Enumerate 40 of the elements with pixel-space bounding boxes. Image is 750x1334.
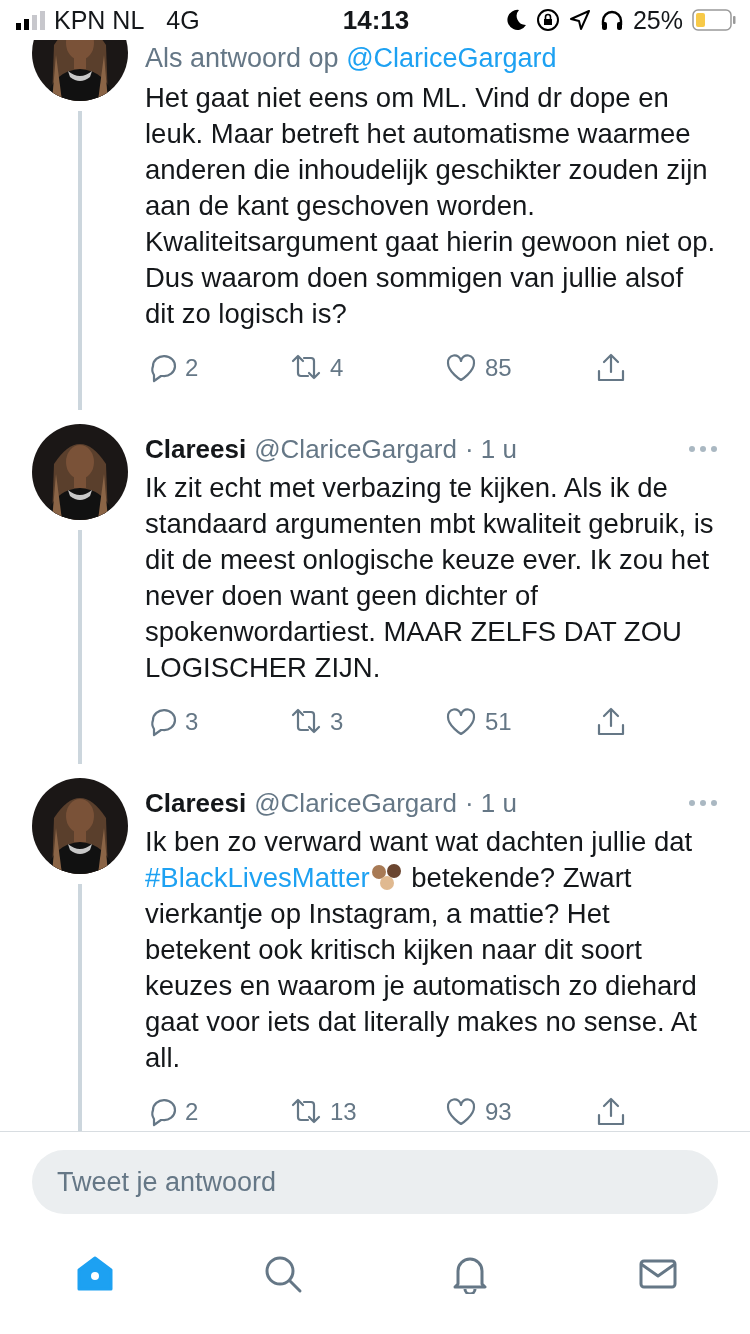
clock: 14:13 — [342, 4, 410, 36]
headphones-icon — [599, 9, 624, 31]
user-handle: @ClariceGargard — [254, 433, 457, 466]
reply-count: 3 — [185, 708, 199, 736]
reply-count: 2 — [185, 1098, 199, 1126]
share-icon[interactable] — [595, 706, 627, 738]
network-type: 4G — [166, 5, 200, 35]
tweet-text: Ik ben zo verward want wat dachten jullie dat #BlackLivesMatter betekende? Zwart vierkantje op Instagram, a mattie? Het betekent ook kritisch kijken naar dit soort keuzes en waarom je automatisch zo diehard gaat voor iets dat literally makes no sense. At all. — [145, 825, 698, 1075]
battery-icon — [692, 9, 736, 31]
retweet-count: 13 — [330, 1098, 357, 1126]
heart-icon[interactable] — [445, 352, 477, 384]
user-handle: @ClariceGargard — [254, 787, 457, 820]
heart-icon[interactable] — [445, 706, 477, 738]
tweet-text: Ik zit echt met verbazing te kijken. Als ik de standaard argumenten mbt kwaliteit gebruik, is dit de meest onlogische keuze ever. Ik zou het never doen want geen dichter of spokenwordartiest. MAAR ZELFS DAT ZOU LOGISCHER ZIJN. — [145, 471, 715, 685]
signal-icon — [16, 10, 46, 30]
tweet-text: Het gaat niet eens om ML. Vind dr dope en leuk. Maar betreft het automatisme waarmee anderen die inhoudelijk geschikter zouden zijn aan de kant geschoven worden. Kwaliteitsargument gaat hierin gewoon niet op. Dus waarom doen sommigen van jullie alsof dit zo logisch is? — [145, 81, 717, 331]
like-count: 93 — [485, 1098, 512, 1126]
location-icon — [568, 9, 591, 31]
raised-fists-icon — [369, 864, 404, 890]
tweet-time: · 1 u — [464, 787, 517, 820]
hashtag-link[interactable]: #BlackLivesMatter — [145, 862, 370, 893]
share-icon[interactable] — [595, 1096, 627, 1128]
carrier-name: KPN NL — [54, 5, 145, 35]
share-icon[interactable] — [595, 352, 627, 384]
rotation-lock-icon — [535, 8, 560, 32]
heart-icon[interactable] — [445, 1096, 477, 1128]
retweet-count: 3 — [330, 708, 344, 736]
display-name: Clareesi — [145, 433, 247, 466]
reply-field[interactable]: Tweet je antwoord — [32, 1150, 718, 1214]
retweet-count: 4 — [330, 354, 344, 382]
tweet-time: · 1 u — [464, 433, 517, 466]
moon-icon — [506, 9, 527, 31]
like-count: 51 — [485, 708, 512, 736]
reply-count: 2 — [185, 354, 199, 382]
battery-percentage: 25% — [632, 5, 683, 35]
display-name: Clareesi — [145, 787, 247, 820]
like-count: 85 — [485, 354, 512, 382]
mention-link[interactable]: @ClariceGargard — [346, 43, 557, 73]
home-icon[interactable] — [75, 1254, 115, 1294]
reply-context: Als antwoord op @ClariceGargard — [145, 42, 558, 75]
